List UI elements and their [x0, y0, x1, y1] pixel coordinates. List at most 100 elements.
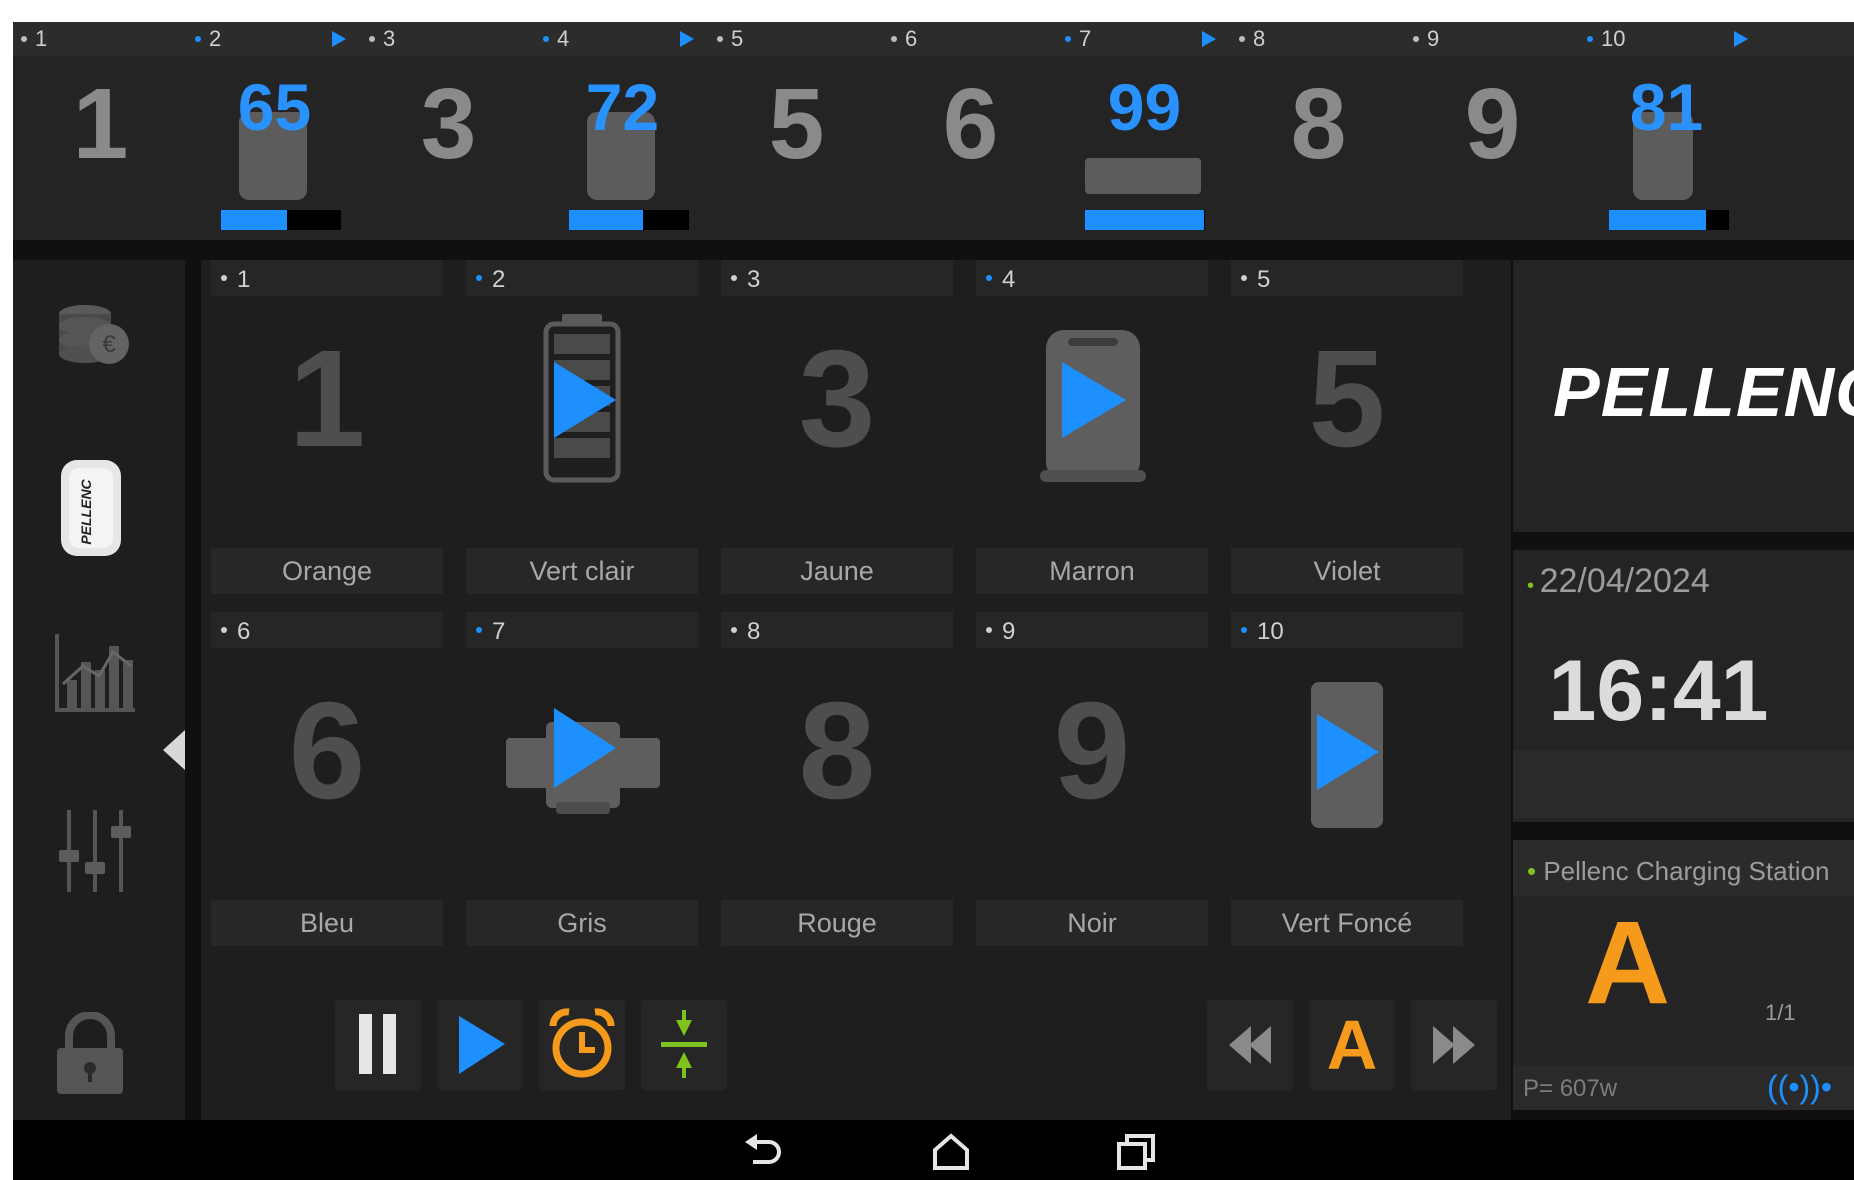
alarm-clock-icon: [549, 1008, 615, 1078]
slot-color-label: Vert Foncé: [1231, 900, 1463, 946]
power-reading: P= 607w: [1523, 1075, 1618, 1102]
slot-big-number: 1: [288, 322, 366, 476]
top-slot-number-text: 2: [209, 26, 222, 51]
mode-a-button[interactable]: A: [1309, 1000, 1395, 1090]
slot-card-10[interactable]: 10 Vert Foncé: [1231, 612, 1463, 952]
slot-status-dot: [717, 36, 723, 42]
slot-status-dot: [1413, 36, 1419, 42]
selected-caret-icon: [163, 730, 185, 770]
top-slot-9[interactable]: 9 9: [1405, 22, 1580, 240]
slot-status-dot: [221, 275, 227, 281]
slot-number: 7: [492, 618, 506, 645]
top-slot-number-text: 6: [905, 26, 918, 51]
slot-card-5[interactable]: 5 5 Violet: [1231, 260, 1463, 600]
slot-card-9[interactable]: 9 9 Noir: [976, 612, 1208, 952]
slot-status-dot: [1065, 36, 1071, 42]
top-slot-10[interactable]: 10 81: [1579, 22, 1854, 240]
slot-status-dot: [1239, 36, 1245, 42]
top-slot-2[interactable]: 2 65: [187, 22, 362, 240]
charging-play-icon: [680, 31, 694, 47]
top-slot-5[interactable]: 5 5: [709, 22, 884, 240]
top-slot-big-number: 9: [1464, 68, 1521, 180]
top-slot-number-text: 1: [35, 26, 48, 51]
slot-number: 4: [1002, 266, 1016, 293]
station-name: Pellenc Charging Station: [1543, 856, 1830, 886]
slot-status-dot: [21, 36, 27, 42]
slot-status-dot: [369, 36, 375, 42]
charge-percent: 72: [585, 70, 660, 144]
top-slot-8[interactable]: 8 8: [1231, 22, 1406, 240]
top-slot-number-text: 9: [1427, 26, 1440, 51]
slot-status-dot: [986, 627, 992, 633]
slot-card-2[interactable]: 2 Vert clair: [466, 260, 698, 600]
battery-charging-icon: [466, 300, 698, 540]
top-slot-4[interactable]: 4 72: [535, 22, 710, 240]
slot-big-number: 5: [1308, 322, 1386, 476]
time-text: 16:41: [1548, 643, 1769, 739]
top-slot-6[interactable]: 6 6: [883, 22, 1058, 240]
slot-number: 10: [1257, 618, 1284, 645]
backpack-battery-charging-icon: [976, 300, 1208, 540]
top-slot-7[interactable]: 7 99: [1057, 22, 1232, 240]
slot-status-dot: [476, 275, 482, 281]
slot-big-number: 3: [798, 322, 876, 476]
rewind-icon: [1229, 1026, 1271, 1064]
battery-brand-label: PELLENC: [78, 478, 94, 544]
slot-status-dot: [195, 36, 201, 42]
slot-status-dot: [731, 627, 737, 633]
slot-card-6[interactable]: 6 6 Bleu: [211, 612, 443, 952]
top-slot-big-number: 1: [72, 68, 129, 180]
brand-panel: PELLENC: [1513, 260, 1854, 532]
alarm-button[interactable]: [539, 1000, 625, 1090]
slot-number: 6: [237, 618, 251, 645]
clock-panel: • 22/04/2024 16:41: [1513, 550, 1854, 822]
charging-play-icon: [332, 31, 346, 47]
top-slot-number-text: 8: [1253, 26, 1266, 51]
slot-big-number: 8: [798, 674, 876, 828]
slot-number: 3: [747, 266, 761, 293]
play-button[interactable]: [437, 1000, 523, 1090]
charging-play-icon: [1202, 31, 1216, 47]
fast-forward-icon: [1433, 1026, 1475, 1064]
previous-button[interactable]: [1207, 1000, 1293, 1090]
slot-status-dot: [221, 627, 227, 633]
balance-button[interactable]: [641, 1000, 727, 1090]
charge-percent: 99: [1107, 70, 1182, 144]
top-slot-3[interactable]: 3 3: [361, 22, 536, 240]
charge-progress-bar: [221, 210, 341, 230]
station-mode-letter: A: [1585, 897, 1671, 1029]
pause-button[interactable]: [335, 1000, 421, 1090]
top-slot-1[interactable]: • 1 1 1: [13, 22, 188, 240]
next-button[interactable]: [1411, 1000, 1497, 1090]
charge-percent: 65: [237, 70, 312, 144]
split-arrows-icon: [661, 1010, 707, 1078]
charge-progress-bar: [569, 210, 689, 230]
statistics-chart-icon[interactable]: [53, 630, 137, 719]
slot-color-label: Orange: [211, 548, 443, 594]
coins-euro-icon[interactable]: €: [53, 290, 133, 385]
slot-card-8[interactable]: 8 8 Rouge: [721, 612, 953, 952]
slot-status-dot: [891, 36, 897, 42]
slot-card-7[interactable]: 7 Gris: [466, 612, 698, 952]
lock-icon[interactable]: [53, 1011, 127, 1101]
recent-apps-icon[interactable]: [1115, 1132, 1159, 1172]
slot-number: 9: [1002, 618, 1016, 645]
top-slot-big-number: 5: [768, 68, 825, 180]
sliders-settings-icon[interactable]: [53, 806, 137, 901]
slot-card-3[interactable]: 3 3 Jaune: [721, 260, 953, 600]
slot-status-dot: [1587, 36, 1593, 42]
slot-color-label: Marron: [976, 548, 1208, 594]
slots-grid: 1 1 Orange 2 Vert clair 3 3 Jaune 4 Marr…: [201, 260, 1511, 1120]
slot-color-label: Violet: [1231, 548, 1463, 594]
sidebar: € PELLENC: [13, 260, 185, 1120]
slot-card-1[interactable]: 1 1 Orange: [211, 260, 443, 600]
slot-status-dot: [1241, 627, 1247, 633]
top-slot-number-text: 10: [1601, 26, 1626, 51]
charge-progress-bar: [1085, 210, 1205, 230]
battery-pellenc-icon[interactable]: PELLENC: [57, 456, 125, 565]
back-icon[interactable]: [741, 1132, 785, 1172]
play-icon: [459, 1016, 505, 1074]
home-icon[interactable]: [929, 1130, 973, 1172]
clock-strip: [1513, 750, 1854, 818]
slot-card-4[interactable]: 4 Marron: [976, 260, 1208, 600]
